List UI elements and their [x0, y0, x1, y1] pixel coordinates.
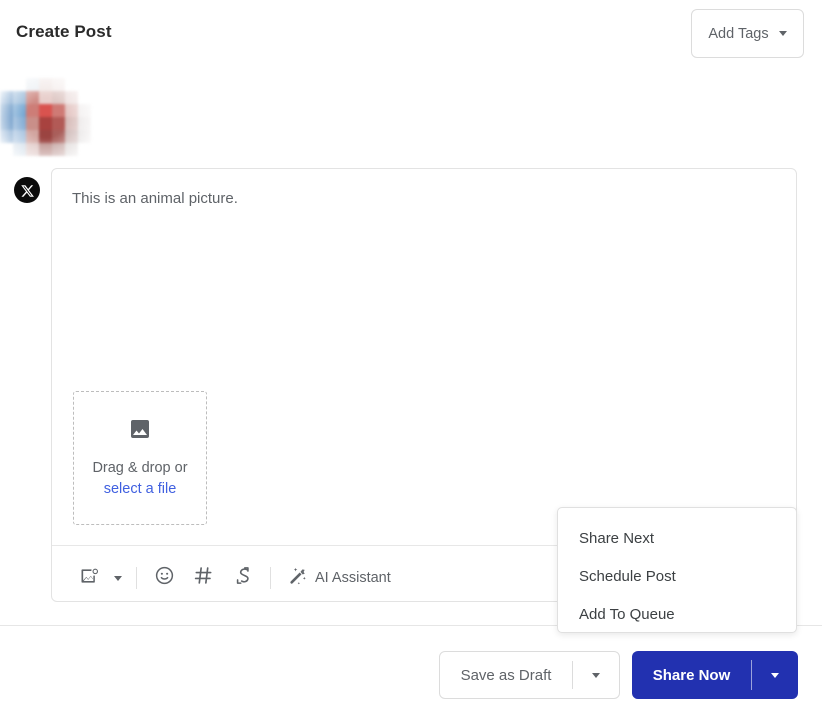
- add-tags-button[interactable]: Add Tags: [691, 9, 804, 58]
- menu-item-schedule-post[interactable]: Schedule Post: [558, 558, 796, 596]
- share-now-split-button[interactable]: Share Now: [632, 651, 798, 699]
- pixelated-image: [0, 78, 92, 160]
- page-title: Create Post: [16, 22, 112, 41]
- add-image-button[interactable]: [70, 562, 108, 594]
- ai-assistant-label: AI Assistant: [315, 570, 391, 586]
- emoji-icon: [154, 565, 175, 591]
- save-as-draft-caret-button[interactable]: [573, 652, 619, 698]
- avatar: [14, 177, 40, 203]
- media-options-caret-button[interactable]: [108, 562, 128, 594]
- chevron-down-icon: [771, 672, 779, 678]
- x-logo-icon: [20, 184, 34, 197]
- toolbar-separator-1: [136, 567, 137, 589]
- menu-item-add-to-queue[interactable]: Add To Queue: [558, 596, 796, 634]
- chevron-down-icon: [592, 672, 600, 678]
- hashtag-button[interactable]: [184, 562, 223, 594]
- post-text-editor[interactable]: This is an animal picture.: [72, 189, 776, 209]
- hashtag-icon: [193, 565, 214, 591]
- media-dropzone[interactable]: Drag & drop or select a file: [73, 391, 207, 525]
- select-a-file-link[interactable]: select a file: [104, 481, 177, 497]
- add-tags-label: Add Tags: [708, 25, 769, 42]
- dropzone-or: or: [174, 459, 188, 476]
- menu-item-share-next[interactable]: Share Next: [558, 520, 796, 558]
- image-icon: [128, 417, 152, 446]
- save-as-draft-button[interactable]: Save as Draft: [440, 652, 572, 698]
- share-now-caret-button[interactable]: [752, 651, 798, 699]
- emoji-button[interactable]: [145, 562, 184, 594]
- composer-toolbar: AI Assistant: [70, 555, 400, 601]
- share-options-menu: Share Next Schedule Post Add To Queue: [557, 507, 797, 633]
- dropzone-line1: Drag & drop: [92, 459, 171, 476]
- footer-actions: Save as Draft Share Now: [0, 626, 822, 714]
- share-now-button[interactable]: Share Now: [632, 651, 751, 699]
- toolbar-separator-2: [270, 567, 271, 589]
- ai-assistant-button[interactable]: AI Assistant: [279, 562, 400, 594]
- add-image-icon: [79, 566, 99, 591]
- dropzone-text: Drag & drop or select a file: [88, 458, 192, 500]
- magic-wand-icon: [288, 566, 308, 591]
- chevron-down-icon: [114, 575, 122, 581]
- page-header: Create Post Add Tags: [0, 0, 822, 68]
- media-preview-thumbnail[interactable]: [0, 78, 92, 160]
- shuffle-link-icon: [232, 565, 253, 591]
- shuffle-link-button[interactable]: [223, 562, 262, 594]
- save-as-draft-split-button[interactable]: Save as Draft: [439, 651, 620, 699]
- chevron-down-icon: [778, 31, 787, 36]
